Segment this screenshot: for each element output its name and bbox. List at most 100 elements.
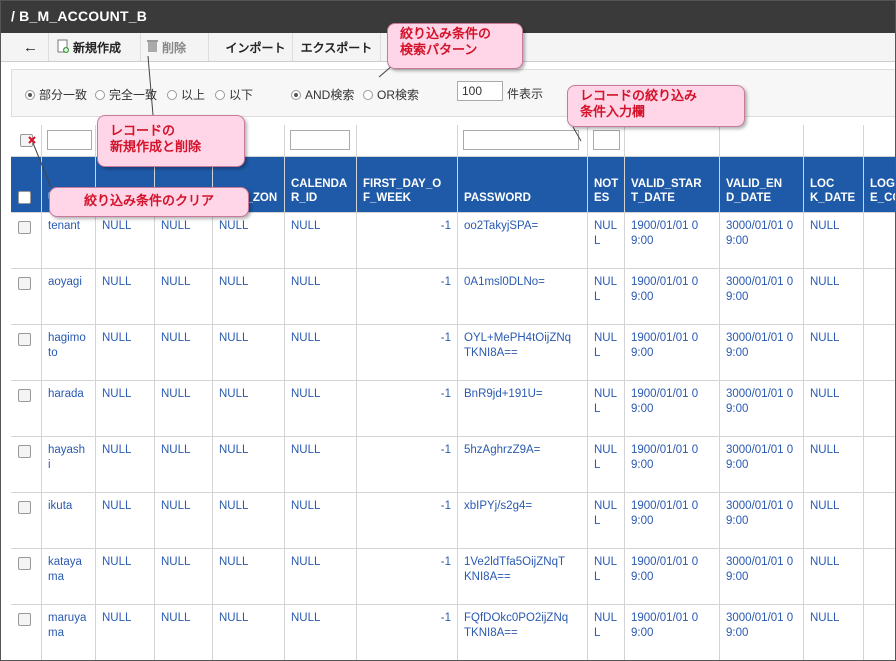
filter-input-user[interactable] bbox=[47, 130, 92, 150]
select-all-checkbox[interactable] bbox=[18, 191, 31, 204]
cell-value: 3000/01/01 0 9:00 bbox=[726, 612, 794, 639]
table-cell: 3000/01/01 0 9:00 bbox=[720, 269, 804, 325]
cell-value: NULL bbox=[291, 220, 321, 232]
column-header-valid-start-date[interactable]: VALID_STAR T_DATE bbox=[625, 157, 720, 213]
table-cell: maruya ma bbox=[42, 605, 96, 660]
radio-exact-match[interactable]: 完全一致 bbox=[95, 86, 157, 103]
radio-and-search[interactable]: AND検索 bbox=[291, 86, 354, 103]
cell-value: NULL bbox=[102, 332, 132, 344]
clear-filter-button[interactable] bbox=[20, 134, 33, 147]
cell-value: NUL L bbox=[594, 444, 618, 471]
user-link[interactable]: katayа ma bbox=[48, 556, 82, 583]
row-checkbox[interactable] bbox=[18, 501, 31, 514]
cell-value: NULL bbox=[810, 444, 840, 456]
cell-value: 3000/01/01 0 9:00 bbox=[726, 556, 794, 583]
table-cell: NULL bbox=[155, 213, 213, 269]
table-cell: NULL bbox=[155, 325, 213, 381]
back-button[interactable]: ← bbox=[13, 33, 49, 61]
column-header-label: VALID_EN D_DATE bbox=[726, 178, 783, 204]
column-header-lock-date[interactable]: LOC K_DATE bbox=[804, 157, 864, 213]
cell-value: NULL bbox=[161, 220, 191, 232]
table-cell: NUL L bbox=[588, 549, 625, 605]
radio-less-equal[interactable]: 以下 bbox=[215, 86, 253, 103]
table-cell: 1900/01/01 0 9:00 bbox=[625, 493, 720, 549]
filter-cell bbox=[625, 125, 720, 157]
delete-button[interactable]: 削除 bbox=[141, 33, 209, 61]
user-link[interactable]: harada bbox=[48, 388, 84, 400]
page-size-input[interactable]: 100 bbox=[457, 81, 503, 101]
user-link[interactable]: hayash i bbox=[48, 444, 85, 471]
table-cell: 1900/01/01 0 9:00 bbox=[625, 605, 720, 660]
row-checkbox[interactable] bbox=[18, 557, 31, 570]
cell-value: NULL bbox=[219, 556, 249, 568]
cell-value: NULL bbox=[161, 500, 191, 512]
column-header-login-error-count[interactable]: LOGI E_CO bbox=[864, 157, 896, 213]
row-checkbox[interactable] bbox=[18, 277, 31, 290]
cell-value: 1900/01/01 0 9:00 bbox=[631, 556, 699, 583]
column-header-label: NOT ES bbox=[594, 178, 619, 204]
table-cell: NUL L bbox=[588, 325, 625, 381]
cell-value: NUL L bbox=[594, 388, 618, 415]
table-cell: 3000/01/01 0 9:00 bbox=[720, 549, 804, 605]
table-cell: NULL bbox=[96, 381, 155, 437]
filter-cell bbox=[357, 125, 458, 157]
column-header-calendar-id[interactable]: CALENDA R_ID bbox=[285, 157, 357, 213]
radio-dot bbox=[167, 89, 177, 100]
user-link[interactable]: aoyagi bbox=[48, 276, 82, 288]
table-cell: 1900/01/01 0 9:00 bbox=[625, 269, 720, 325]
new-button-label: 新規作成 bbox=[73, 40, 122, 55]
row-checkbox[interactable] bbox=[18, 445, 31, 458]
callout-search-pattern: 絞り込み条件の 検索パターン bbox=[387, 23, 523, 69]
radio-partial-match[interactable]: 部分一致 bbox=[25, 86, 87, 103]
new-button[interactable]: 新規作成 bbox=[51, 33, 141, 61]
row-select-cell bbox=[11, 549, 42, 605]
table-cell bbox=[864, 493, 895, 549]
cell-value: NULL bbox=[102, 220, 132, 232]
table-cell: tenant bbox=[42, 213, 96, 269]
table-cell: NULL bbox=[804, 269, 864, 325]
column-header-label: LOGI E_CO bbox=[870, 178, 896, 204]
page-size-label: 件表示 bbox=[507, 87, 544, 101]
filter-input-password[interactable] bbox=[463, 130, 579, 150]
row-checkbox[interactable] bbox=[18, 613, 31, 626]
cell-value: 1900/01/01 0 9:00 bbox=[631, 612, 699, 639]
row-checkbox[interactable] bbox=[18, 221, 31, 234]
user-link[interactable]: ikuta bbox=[48, 500, 72, 512]
filter-cell bbox=[458, 125, 588, 157]
filter-input-calendar-id[interactable] bbox=[290, 130, 350, 150]
cell-value: -1 bbox=[440, 332, 451, 344]
table-cell: 1Ve2ldTfa5OijZNqT KNI8A== bbox=[458, 549, 588, 605]
cell-value: NULL bbox=[291, 444, 321, 456]
row-checkbox[interactable] bbox=[18, 389, 31, 402]
radio-or-search[interactable]: OR検索 bbox=[363, 86, 419, 103]
table-cell: NULL bbox=[285, 605, 357, 660]
user-link[interactable]: tenant bbox=[48, 220, 80, 232]
cell-value: 1900/01/01 0 9:00 bbox=[631, 444, 699, 471]
column-header-password[interactable]: PASSWORD bbox=[458, 157, 588, 213]
column-header-valid-end-date[interactable]: VALID_EN D_DATE bbox=[720, 157, 804, 213]
cell-value: NULL bbox=[161, 444, 191, 456]
radio-greater-equal[interactable]: 以上 bbox=[167, 86, 205, 103]
delete-button-label: 削除 bbox=[162, 40, 187, 55]
column-header-first-day-of-week[interactable]: FIRST_DAY_O F_WEEK bbox=[357, 157, 458, 213]
table-cell: NULL bbox=[96, 605, 155, 660]
export-button[interactable]: エクスポート bbox=[293, 33, 381, 61]
import-button[interactable]: インポート bbox=[219, 33, 293, 61]
table-cell: NULL bbox=[285, 549, 357, 605]
table-cell bbox=[864, 549, 895, 605]
row-checkbox[interactable] bbox=[18, 333, 31, 346]
table-cell: NULL bbox=[213, 269, 285, 325]
radio-label: OR検索 bbox=[377, 88, 420, 102]
filter-input-notes[interactable] bbox=[593, 130, 620, 150]
radio-dot bbox=[95, 89, 105, 100]
table-cell: aoyagi bbox=[42, 269, 96, 325]
table-cell: NULL bbox=[96, 269, 155, 325]
user-link[interactable]: maruya ma bbox=[48, 612, 86, 639]
user-link[interactable]: hagimo to bbox=[48, 332, 86, 359]
column-header-notes[interactable]: NOT ES bbox=[588, 157, 625, 213]
table-cell: -1 bbox=[357, 269, 458, 325]
table-cell: 1900/01/01 0 9:00 bbox=[625, 213, 720, 269]
cell-value: NULL bbox=[161, 388, 191, 400]
cell-value: NUL L bbox=[594, 276, 618, 303]
cell-value: 1Ve2ldTfa5OijZNqT KNI8A== bbox=[464, 556, 565, 583]
